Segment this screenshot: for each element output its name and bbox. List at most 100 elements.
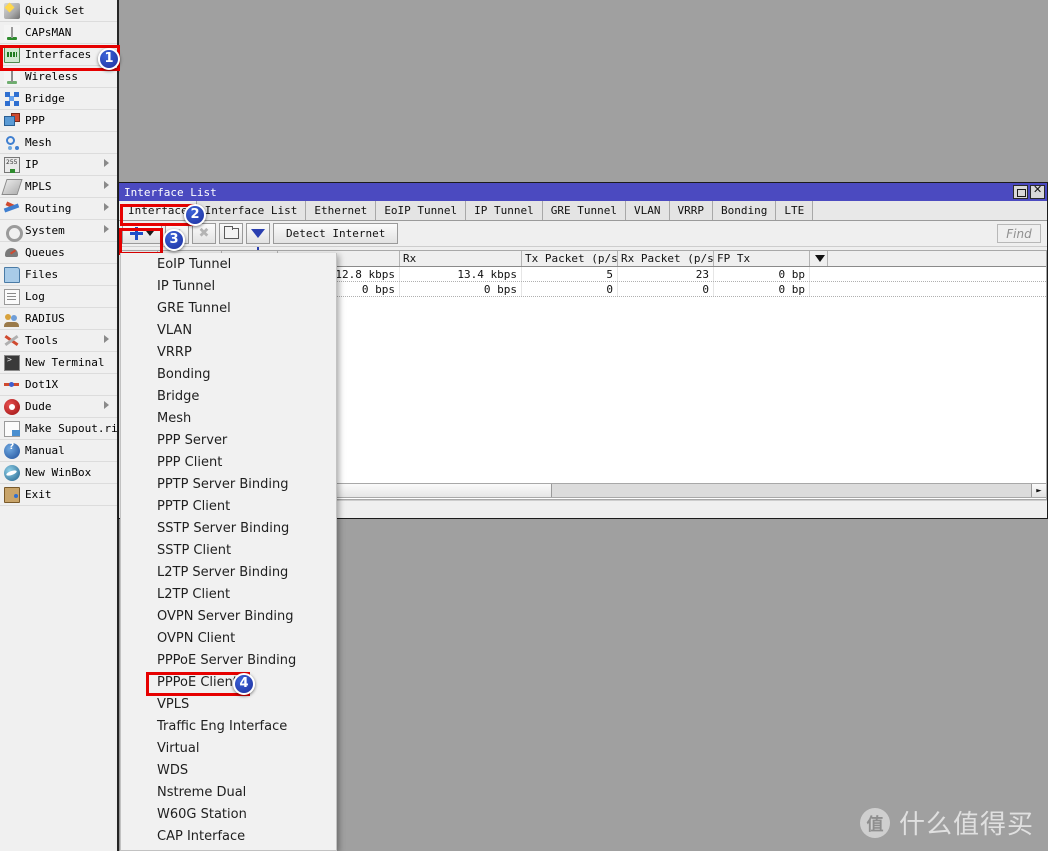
sidebar-item-label: PPP bbox=[25, 114, 45, 127]
menu-item-ovpn-server-binding[interactable]: OVPN Server Binding bbox=[121, 605, 336, 627]
menu-item-nstreme-dual[interactable]: Nstreme Dual bbox=[121, 781, 336, 803]
grid-sort-caret-icon[interactable] bbox=[810, 251, 828, 266]
sidebar-item-bridge[interactable]: Bridge bbox=[0, 88, 117, 110]
menu-item-ip-tunnel[interactable]: IP Tunnel bbox=[121, 275, 336, 297]
menu-item-sstp-client[interactable]: SSTP Client bbox=[121, 539, 336, 561]
sidebar-item-files[interactable]: Files bbox=[0, 264, 117, 286]
sidebar-item-queues[interactable]: Queues bbox=[0, 242, 117, 264]
filter-button[interactable] bbox=[246, 223, 270, 252]
table-cell: 5 bbox=[522, 267, 618, 281]
menu-item-ppp-server[interactable]: PPP Server bbox=[121, 429, 336, 451]
add-button[interactable] bbox=[122, 223, 162, 244]
menu-item-pppoe-server-binding[interactable]: PPPoE Server Binding bbox=[121, 649, 336, 671]
sidebar-item-quick-set[interactable]: Quick Set bbox=[0, 0, 117, 22]
sidebar-item-tools[interactable]: Tools bbox=[0, 330, 117, 352]
menu-item-bridge[interactable]: Bridge bbox=[121, 385, 336, 407]
menu-item-eoip-tunnel[interactable]: EoIP Tunnel bbox=[121, 253, 336, 275]
find-input[interactable]: Find bbox=[997, 224, 1041, 243]
sidebar-item-new-winbox[interactable]: New WinBox bbox=[0, 462, 117, 484]
menu-item-traffic-eng-interface[interactable]: Traffic Eng Interface bbox=[121, 715, 336, 737]
menu-item-cap-interface[interactable]: CAP Interface bbox=[121, 825, 336, 847]
sidebar-item-manual[interactable]: Manual bbox=[0, 440, 117, 462]
menu-item-pptp-client[interactable]: PPTP Client bbox=[121, 495, 336, 517]
menu-item-wds[interactable]: WDS bbox=[121, 759, 336, 781]
menu-item-virtual[interactable]: Virtual bbox=[121, 737, 336, 759]
detect-internet-button[interactable]: Detect Internet bbox=[273, 223, 399, 244]
grid-column-header[interactable]: Tx Packet (p/s) bbox=[522, 251, 618, 266]
maximize-icon[interactable] bbox=[1013, 185, 1028, 199]
screen: Quick Set CAPsMAN Interfaces Wireless Bridge… bbox=[0, 0, 1048, 851]
grid-column-header[interactable]: Rx Packet (p/s) bbox=[618, 251, 714, 266]
menu-item-vlan[interactable]: VLAN bbox=[121, 319, 336, 341]
menu-item-gre-tunnel[interactable]: GRE Tunnel bbox=[121, 297, 336, 319]
step-badge-2: 2 bbox=[184, 204, 206, 226]
sidebar-item-label: Wireless bbox=[25, 70, 78, 83]
grid-column-header[interactable]: Rx bbox=[400, 251, 522, 266]
tab-interface-list[interactable]: Interface List bbox=[196, 201, 307, 220]
tab-lte[interactable]: LTE bbox=[776, 201, 814, 220]
sidebar-item-routing[interactable]: Routing bbox=[0, 198, 117, 220]
comment-button[interactable] bbox=[219, 223, 243, 244]
tools-cross-icon bbox=[4, 333, 20, 349]
sidebar-item-radius[interactable]: RADIUS bbox=[0, 308, 117, 330]
scrollbar-track[interactable] bbox=[552, 484, 1031, 497]
sidebar-item-wireless[interactable]: Wireless bbox=[0, 66, 117, 88]
menu-item-l2tp-server-binding[interactable]: L2TP Server Binding bbox=[121, 561, 336, 583]
sidebar-item-mpls[interactable]: MPLS bbox=[0, 176, 117, 198]
sidebar-item-mesh[interactable]: Mesh bbox=[0, 132, 117, 154]
route-arrows-icon bbox=[4, 201, 20, 217]
winbox-globe-icon bbox=[4, 464, 20, 481]
sidebar-item-dude[interactable]: Dude bbox=[0, 396, 117, 418]
sidebar-item-dot1x[interactable]: Dot1X bbox=[0, 374, 117, 396]
scroll-right-arrow-icon[interactable]: ► bbox=[1031, 484, 1046, 497]
close-icon[interactable] bbox=[1030, 183, 1045, 199]
sidebar-item-exit[interactable]: Exit bbox=[0, 484, 117, 506]
tab-ethernet[interactable]: Ethernet bbox=[306, 201, 377, 220]
menu-item-l2tp-client[interactable]: L2TP Client bbox=[121, 583, 336, 605]
menu-item-w60g-station[interactable]: W60G Station bbox=[121, 803, 336, 825]
sidebar-item-label: New WinBox bbox=[25, 466, 92, 479]
menu-item-ppp-client[interactable]: PPP Client bbox=[121, 451, 336, 473]
window-titlebar[interactable]: Interface List bbox=[119, 183, 1047, 201]
sidebar-item-label: System bbox=[25, 224, 65, 237]
menu-item-vpls[interactable]: VPLS bbox=[121, 693, 336, 715]
funnel-icon bbox=[251, 229, 265, 252]
tab-vrrp[interactable]: VRRP bbox=[669, 201, 714, 220]
sidebar-item-label: Tools bbox=[25, 334, 59, 347]
tab-eoip-tunnel[interactable]: EoIP Tunnel bbox=[376, 201, 467, 220]
menu-item-vrrp[interactable]: VRRP bbox=[121, 341, 336, 363]
sidebar-item-make-supout-rif[interactable]: Make Supout.rif bbox=[0, 418, 117, 440]
step-badge-3: 3 bbox=[163, 229, 185, 251]
sidebar-item-log[interactable]: Log bbox=[0, 286, 117, 308]
table-cell: 0 bp bbox=[714, 267, 810, 281]
comment-icon bbox=[223, 226, 239, 239]
menu-item-bonding[interactable]: Bonding bbox=[121, 363, 336, 385]
computers-icon bbox=[4, 112, 20, 129]
sidebar-item-ppp[interactable]: PPP bbox=[0, 110, 117, 132]
menu-item-pptp-server-binding[interactable]: PPTP Server Binding bbox=[121, 473, 336, 495]
window-title: Interface List bbox=[124, 185, 217, 199]
step-badge-4: 4 bbox=[233, 673, 255, 695]
sidebar-item-label: Mesh bbox=[25, 136, 52, 149]
grid-column-header[interactable]: FP Tx bbox=[714, 251, 810, 266]
menu-item-sstp-server-binding[interactable]: SSTP Server Binding bbox=[121, 517, 336, 539]
tab-vlan[interactable]: VLAN bbox=[626, 201, 670, 220]
sidebar-item-label: Log bbox=[25, 290, 45, 303]
menu-item-ovpn-client[interactable]: OVPN Client bbox=[121, 627, 336, 649]
menu-item-pppoe-client[interactable]: PPPoE Client bbox=[121, 671, 336, 693]
sidebar-item-label: Bridge bbox=[25, 92, 65, 105]
tab-ip-tunnel[interactable]: IP Tunnel bbox=[466, 201, 543, 220]
watermark: 值 什么值得买 bbox=[859, 804, 1034, 841]
label-stack-icon bbox=[1, 178, 23, 195]
tab-bonding[interactable]: Bonding bbox=[713, 201, 777, 220]
disable-button[interactable]: ✖ bbox=[192, 223, 216, 244]
tab-gre-tunnel[interactable]: GRE Tunnel bbox=[542, 201, 627, 220]
sidebar-item-system[interactable]: System bbox=[0, 220, 117, 242]
sidebar-item-capsman[interactable]: CAPsMAN bbox=[0, 22, 117, 44]
menu-item-mesh[interactable]: Mesh bbox=[121, 407, 336, 429]
gauge-icon bbox=[4, 245, 20, 261]
table-cell: 0 bbox=[618, 282, 714, 296]
sidebar-item-label: Make Supout.rif bbox=[25, 422, 119, 435]
sidebar-item-new-terminal[interactable]: New Terminal bbox=[0, 352, 117, 374]
sidebar-item-ip[interactable]: IP bbox=[0, 154, 117, 176]
